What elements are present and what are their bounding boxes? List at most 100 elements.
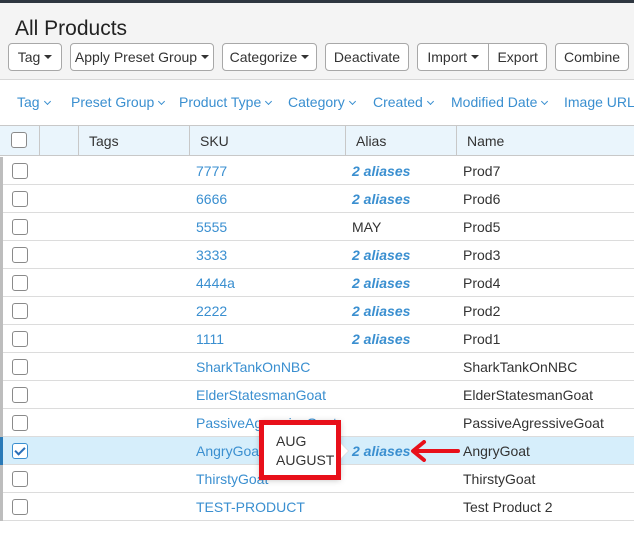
sku-link[interactable]: SharkTankOnNBC [196,353,310,381]
alias-cell[interactable]: 2 aliases [352,157,410,185]
filter-label: Modified Date [451,94,538,110]
sku-link[interactable]: AngryGoat [196,437,263,465]
deactivate-button[interactable]: Deactivate [325,43,409,71]
caret-down-icon [44,55,53,59]
sku-link[interactable]: 3333 [196,241,227,269]
name-cell: Prod3 [463,247,501,263]
chevron-down-icon [43,97,51,106]
sku-link[interactable]: TEST-PRODUCT [196,493,305,521]
annotation-highlight-box [259,420,341,480]
table-row[interactable]: TEST-PRODUCT Test Product 2 [0,493,634,521]
table-row[interactable]: 3333 2 aliases Prod3 [0,241,634,269]
header-name-label: Name [467,132,505,149]
row-checkbox[interactable] [12,247,28,263]
sku-link[interactable]: ElderStatesmanGoat [196,381,326,409]
row-checkbox[interactable] [12,275,28,291]
sku-link[interactable]: 6666 [196,185,227,213]
sku-link[interactable]: 7777 [196,157,227,185]
header-tags-label: Tags [89,132,119,149]
sku-link[interactable]: 5555 [196,213,227,241]
filter-product-type[interactable]: Product Type [179,94,273,110]
chevron-down-icon [426,97,434,106]
row-indicator [0,409,3,437]
alias-cell[interactable]: 2 aliases [352,241,410,269]
header-tags[interactable]: Tags [79,126,190,155]
row-indicator [0,465,3,493]
alias-cell[interactable]: 2 aliases [352,297,410,325]
row-indicator [0,325,3,353]
row-checkbox[interactable] [12,163,28,179]
header-blank [40,126,79,155]
row-checkbox[interactable] [12,499,28,515]
combine-button[interactable]: Combine [555,43,629,71]
row-indicator [0,381,3,409]
sku-link[interactable]: ThirstyGoat [196,465,268,493]
name-cell: PassiveAgressiveGoat [463,415,604,431]
filter-preset-group[interactable]: Preset Group [71,94,166,110]
apply-preset-group-button[interactable]: Apply Preset Group [70,43,214,71]
select-all-checkbox[interactable] [11,132,27,148]
table-row[interactable]: 4444a 2 aliases Prod4 [0,269,634,297]
caret-down-icon [471,55,480,59]
row-checkbox[interactable] [12,303,28,319]
filter-category[interactable]: Category [288,94,356,110]
table-row[interactable]: 5555 MAY Prod5 [0,213,634,241]
annotation-arrow-icon [411,440,460,462]
chevron-down-icon [265,97,273,106]
row-checkbox[interactable] [12,471,28,487]
alias-cell: MAY [352,219,382,235]
table-row[interactable]: ElderStatesmanGoat ElderStatesmanGoat [0,381,634,409]
name-cell: Prod1 [463,331,501,347]
header-name[interactable]: Name [457,126,634,155]
row-indicator [0,353,3,381]
alias-cell[interactable]: 2 aliases [352,269,410,297]
alias-cell[interactable]: 2 aliases [352,325,410,353]
export-button[interactable]: Export [488,44,546,70]
table-header: Tags SKU Alias Name [0,125,634,156]
tag-dropdown-button[interactable]: Tag [8,43,62,71]
row-checkbox[interactable] [12,443,28,459]
categorize-label: Categorize [229,49,298,65]
row-indicator [0,241,3,269]
filter-modified-date[interactable]: Modified Date [451,94,549,110]
header-sku-label: SKU [200,132,229,149]
deactivate-label: Deactivate [333,49,401,65]
table-row[interactable]: 2222 2 aliases Prod2 [0,297,634,325]
row-checkbox[interactable] [12,359,28,375]
table-row[interactable]: 7777 2 aliases Prod7 [0,157,634,185]
sku-link[interactable]: 1111 [196,325,224,353]
alias-cell[interactable]: 2 aliases [352,185,410,213]
table-row[interactable]: 6666 2 aliases Prod6 [0,185,634,213]
row-checkbox[interactable] [12,331,28,347]
filter-created[interactable]: Created [373,94,434,110]
header-alias[interactable]: Alias [346,126,457,155]
import-export-group: Import Export [417,43,547,71]
filter-label: Category [288,94,345,110]
filter-image-url[interactable]: Image URL [564,94,634,110]
export-label: Export [497,49,538,65]
filter-tag[interactable]: Tag [17,94,51,110]
filter-label: Preset Group [71,94,155,110]
chevron-down-icon [158,97,166,106]
alias-cell[interactable]: 2 aliases [352,437,410,465]
sku-link[interactable]: 4444a [196,269,235,297]
row-checkbox[interactable] [12,415,28,431]
row-indicator [0,213,3,241]
chevron-down-icon [541,97,549,106]
header-sku[interactable]: SKU [190,126,346,155]
row-checkbox[interactable] [12,387,28,403]
name-cell: Prod6 [463,191,501,207]
import-button[interactable]: Import [418,44,488,70]
name-cell: Test Product 2 [463,499,553,515]
row-indicator [0,493,3,521]
name-cell: ElderStatesmanGoat [463,387,593,403]
sku-link[interactable]: 2222 [196,297,227,325]
caret-down-icon [301,55,310,59]
row-checkbox[interactable] [12,219,28,235]
popover-arrow [340,443,348,459]
name-cell: ThirstyGoat [463,471,536,487]
categorize-button[interactable]: Categorize [222,43,317,71]
table-row[interactable]: SharkTankOnNBC SharkTankOnNBC [0,353,634,381]
table-row[interactable]: 1111 2 aliases Prod1 [0,325,634,353]
row-checkbox[interactable] [12,191,28,207]
